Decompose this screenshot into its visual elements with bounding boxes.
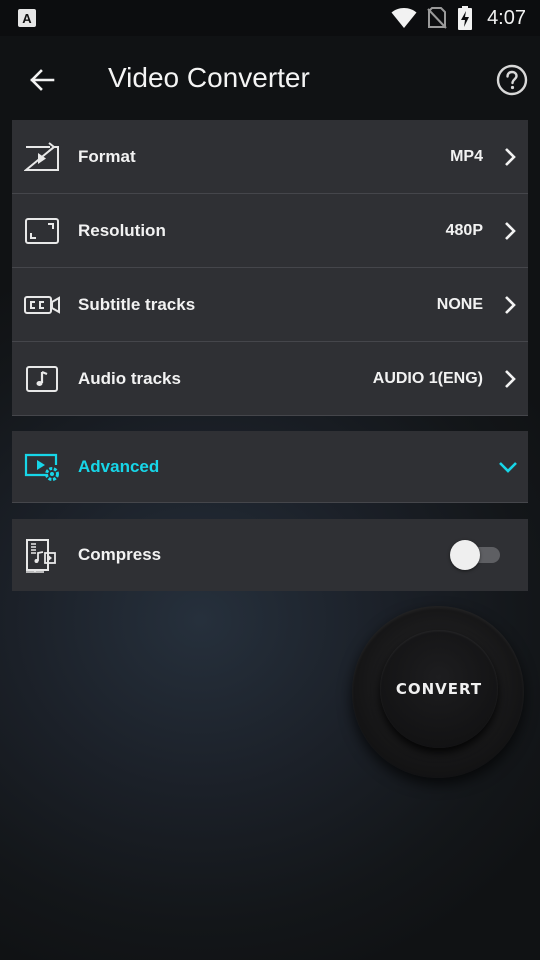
format-row[interactable]: Format MP4 [12,120,528,194]
subtitle-tracks-row[interactable]: Subtitle tracks NONE [12,268,528,342]
convert-button[interactable]: CONVERT [380,630,498,748]
subtitle-tracks-value: NONE [436,295,483,313]
audio-tracks-label: Audio tracks [78,368,181,388]
advanced-label: Advanced [78,456,160,476]
compress-file-icon [24,539,60,573]
resolution-value: 480P [445,221,483,239]
closed-caption-icon [24,290,60,320]
toggle-thumb [450,540,480,570]
page-title: Video Converter [108,62,310,93]
format-value: MP4 [450,147,483,165]
battery-charging-icon [458,6,473,30]
wifi-icon [391,8,417,28]
video-file-icon [24,141,60,172]
compress-card: Compress [12,519,528,591]
video-settings-icon [24,452,60,482]
settings-card: Format MP4 Resolution 480P Subtitle trac… [12,120,528,416]
chevron-right-icon [500,295,520,315]
advanced-row[interactable]: Advanced [12,431,528,503]
chevron-right-icon [500,221,520,241]
arrow-left-icon [30,69,55,91]
audio-tracks-row[interactable]: Audio tracks AUDIO 1(ENG) [12,342,528,416]
status-time: 4:07 [487,6,526,29]
advanced-card: Advanced [12,431,528,503]
app-bar: Video Converter [0,36,540,120]
convert-button-ring: CONVERT [352,606,524,778]
compress-label: Compress [78,545,162,564]
help-button[interactable] [492,60,532,100]
status-bar: A 4:07 [0,0,540,36]
chevron-right-icon [500,147,520,167]
help-circle-icon [496,64,528,96]
chevron-right-icon [500,369,520,389]
subtitle-tracks-label: Subtitle tracks [78,294,196,314]
compress-toggle[interactable] [450,539,500,571]
app-notification-icon: A [18,9,36,27]
audio-tracks-value: AUDIO 1(ENG) [372,369,483,387]
format-label: Format [78,146,136,166]
no-sim-icon [427,7,447,29]
resolution-frame-icon [24,216,60,246]
resolution-label: Resolution [78,220,166,240]
status-icons: 4:07 [391,0,526,36]
compress-row: Compress [12,519,528,591]
back-button[interactable] [22,60,62,100]
music-note-icon [24,364,60,394]
resolution-row[interactable]: Resolution 480P [12,194,528,268]
chevron-down-icon [498,457,518,477]
